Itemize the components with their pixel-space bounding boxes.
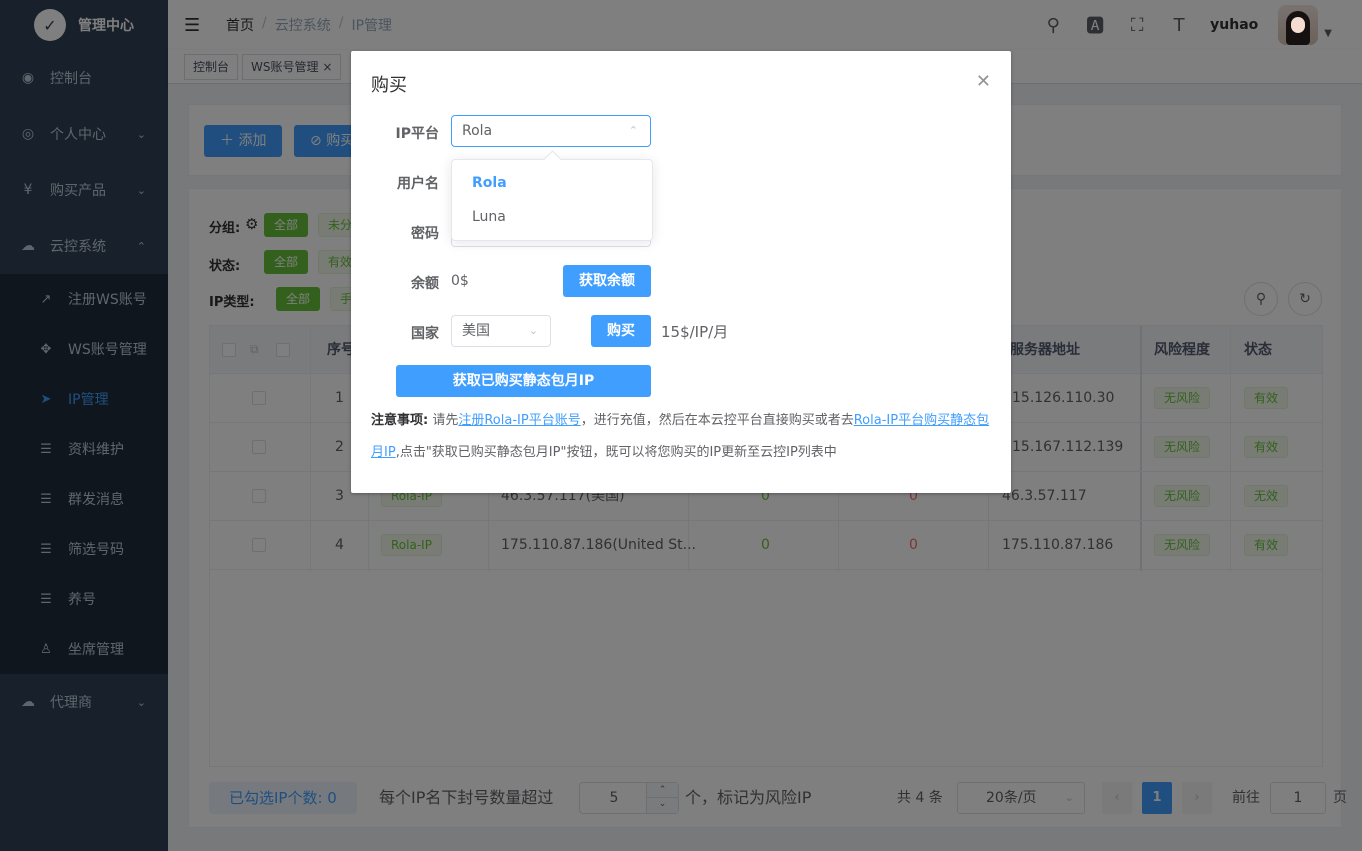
country-value: 美国 <box>462 323 490 339</box>
price-text: 15$/IP/月 <box>661 323 729 341</box>
notice-text: 注意事项: 请先注册Rola-IP平台账号，进行充值，然后在本云控平台直接购买或… <box>371 405 991 469</box>
close-icon[interactable]: ✕ <box>976 71 991 92</box>
chevron-down-icon: ⌄ <box>528 324 538 337</box>
notice-part1: 请先 <box>432 413 459 428</box>
notice-part2: ，进行充值，然后在本云控平台直接购买或者去 <box>580 413 854 428</box>
username-label: 用户名 <box>397 176 439 192</box>
get-balance-button[interactable]: 获取余额 <box>563 265 651 297</box>
dropdown-option-luna[interactable]: Luna <box>452 200 652 234</box>
register-rola-link[interactable]: 注册Rola-IP平台账号 <box>458 413 580 428</box>
country-label: 国家 <box>411 326 439 342</box>
buy-dialog: 购买 ✕ IP平台 Rola ⌃ 用户名 密码 余额 0$ 获取余额 国家 美国… <box>351 51 1011 493</box>
fetch-static-ip-button[interactable]: 获取已购买静态包月IP <box>396 365 651 397</box>
buy-button[interactable]: 购买 <box>591 315 651 347</box>
dropdown-option-rola[interactable]: Rola <box>452 166 652 200</box>
platform-select[interactable]: Rola ⌃ <box>451 115 651 147</box>
password-label: 密码 <box>411 226 439 242</box>
platform-dropdown: Rola Luna <box>451 159 653 241</box>
balance-value: 0$ <box>451 273 469 289</box>
platform-value: Rola <box>462 123 493 139</box>
notice-part3: ,点击"获取已购买静态包月IP"按钮，既可以将您购买的IP更新至云控IP列表中 <box>395 445 837 460</box>
balance-label: 余额 <box>411 276 439 292</box>
chevron-up-icon: ⌃ <box>628 124 638 137</box>
notice-title: 注意事项: <box>371 413 429 428</box>
country-select[interactable]: 美国 ⌄ <box>451 315 551 347</box>
platform-label: IP平台 <box>395 126 439 142</box>
dialog-title: 购买 <box>371 75 407 96</box>
